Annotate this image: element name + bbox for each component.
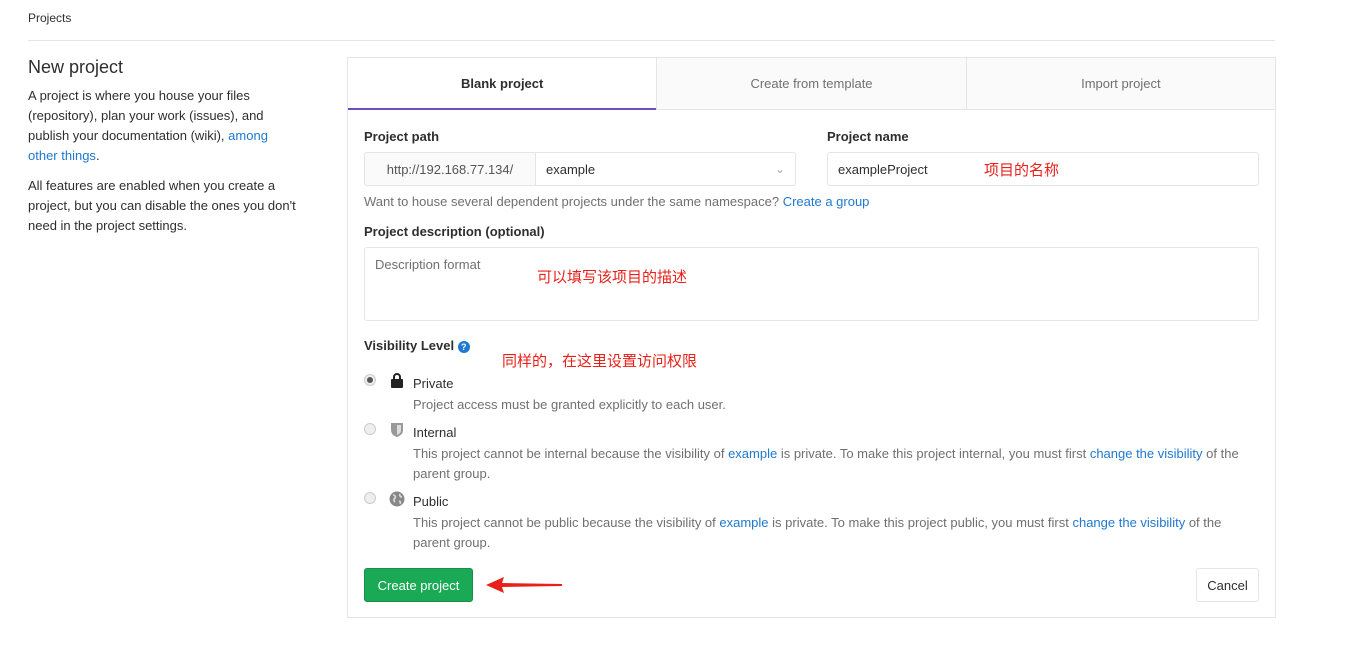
group-hint: Want to house several dependent projects… bbox=[364, 194, 869, 209]
public-title: Public bbox=[413, 494, 449, 509]
internal-title: Internal bbox=[413, 425, 457, 440]
radio-internal[interactable] bbox=[364, 423, 376, 435]
create-group-link[interactable]: Create a group bbox=[783, 194, 870, 209]
private-desc: Project access must be granted explicitl… bbox=[413, 397, 726, 412]
chevron-down-icon: ⌄ bbox=[774, 162, 785, 176]
private-title: Private bbox=[413, 376, 454, 391]
tab-import-project[interactable]: Import project bbox=[965, 58, 1275, 109]
breadcrumb-projects[interactable]: Projects bbox=[28, 11, 71, 25]
namespace-select[interactable]: example ⌄ bbox=[536, 152, 796, 186]
help-icon[interactable]: ? bbox=[457, 341, 470, 353]
group-hint-text: Want to house several dependent projects… bbox=[364, 194, 780, 209]
project-path-group: http://192.168.77.134/ example ⌄ bbox=[364, 152, 796, 186]
path-prefix: http://192.168.77.134/ bbox=[364, 152, 536, 186]
radio-public[interactable] bbox=[364, 492, 376, 504]
globe-icon bbox=[389, 491, 405, 507]
annotation-name: 项目的名称 bbox=[984, 162, 1060, 179]
radio-private[interactable] bbox=[364, 374, 376, 386]
annotation-desc: 可以填写该项目的描述 bbox=[537, 269, 688, 286]
intro-text: A project is where you house your files … bbox=[28, 86, 300, 166]
example-group-link[interactable]: example bbox=[728, 446, 777, 461]
project-name-value: exampleProject bbox=[838, 161, 928, 177]
intro-end: . bbox=[95, 148, 100, 163]
example-group-link[interactable]: example bbox=[719, 515, 768, 530]
change-visibility-link[interactable]: change the visibility bbox=[1090, 446, 1203, 461]
visibility-label: Visibility Level ? bbox=[364, 338, 470, 353]
intro: New project A project is where you house… bbox=[28, 57, 300, 246]
description-label: Project description (optional) bbox=[364, 224, 545, 239]
internal-desc-a: This project cannot be internal because … bbox=[413, 446, 729, 461]
cancel-button[interactable]: Cancel bbox=[1196, 568, 1259, 602]
tabs: Blank project Create from template Impor… bbox=[348, 58, 1275, 110]
create-project-button[interactable]: Create project bbox=[364, 568, 473, 602]
namespace-value: example bbox=[546, 161, 596, 177]
tab-create-from-template[interactable]: Create from template bbox=[656, 58, 966, 109]
description-textarea[interactable]: Description format bbox=[364, 247, 1259, 321]
tab-blank-project[interactable]: Blank project bbox=[348, 58, 657, 110]
internal-desc-b: is private. To make this project interna… bbox=[777, 446, 1090, 461]
new-project-panel: Blank project Create from template Impor… bbox=[347, 57, 1276, 618]
internal-desc: This project cannot be internal because … bbox=[413, 444, 1243, 484]
page-title: New project bbox=[28, 57, 124, 77]
project-path-label: Project path bbox=[364, 129, 440, 144]
public-desc-a: This project cannot be public because th… bbox=[413, 515, 720, 530]
public-desc-b: is private. To make this project public,… bbox=[768, 515, 1073, 530]
project-name-label: Project name bbox=[827, 129, 909, 144]
divider bbox=[28, 40, 1275, 41]
shield-icon bbox=[391, 423, 403, 437]
annotation-visibility: 同样的，在这里设置访问权限 bbox=[502, 353, 698, 370]
change-visibility-link[interactable]: change the visibility bbox=[1072, 515, 1185, 530]
description-placeholder: Description format bbox=[375, 257, 481, 272]
visibility-label-text: Visibility Level bbox=[364, 338, 455, 353]
lock-icon bbox=[391, 373, 403, 388]
public-desc: This project cannot be public because th… bbox=[413, 513, 1253, 553]
arrow-annotation-icon bbox=[486, 577, 562, 593]
features-text: All features are enabled when you create… bbox=[28, 178, 296, 233]
